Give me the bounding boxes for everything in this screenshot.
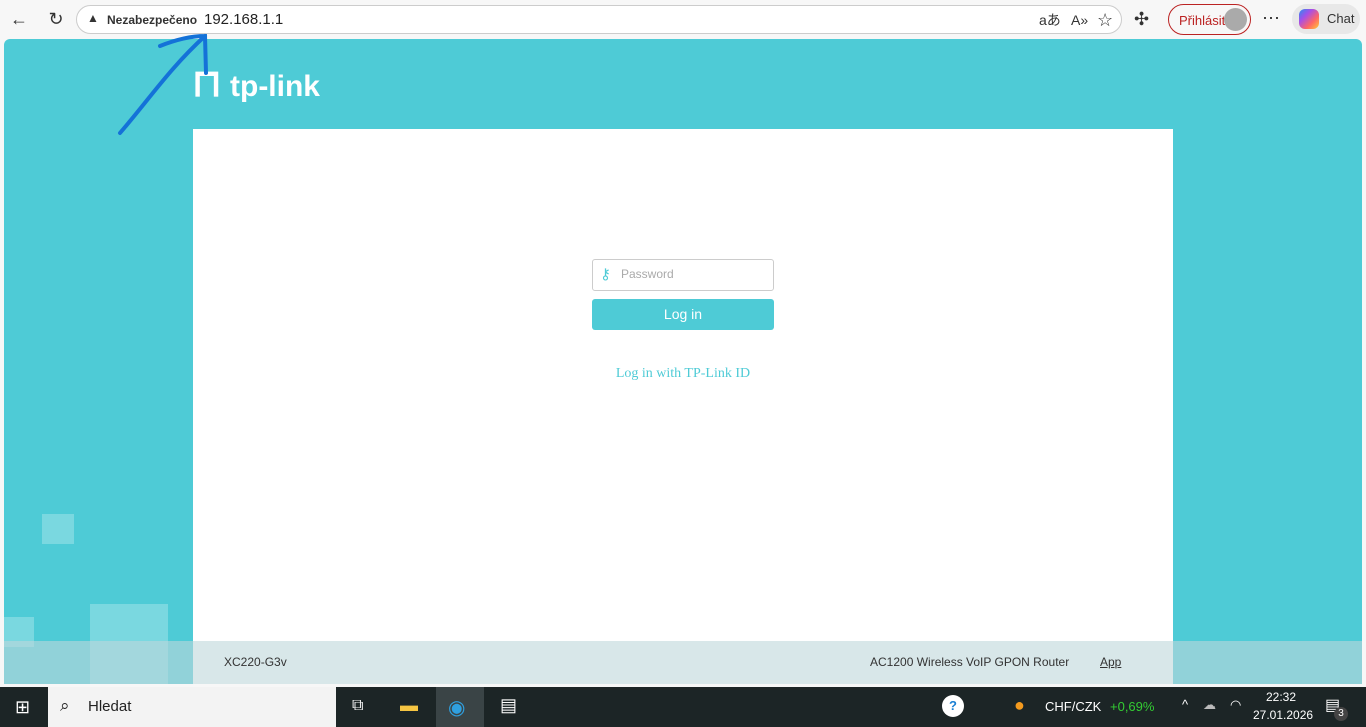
taskbar: ⊞ ⌕ Hledat ⧉ ▬ ◉ ▤ ? ● CHF/CZK +0,69% ^ ☁… — [0, 687, 1366, 727]
clock-time[interactable]: 22:32 — [1266, 690, 1296, 704]
tplink-id-link[interactable]: Log in with TP-Link ID — [193, 366, 1173, 382]
show-hidden-icons-icon[interactable]: ^ — [1182, 697, 1188, 712]
decoration — [42, 514, 74, 544]
device-description: AC1200 Wireless VoIP GPON Router — [870, 655, 1070, 669]
back-icon[interactable]: ← — [8, 9, 30, 29]
notification-count: 3 — [1334, 707, 1348, 721]
wifi-icon[interactable]: ◠ — [1230, 697, 1241, 713]
ticker-change[interactable]: +0,69% — [1110, 699, 1154, 714]
login-button[interactable]: Log in — [592, 299, 774, 330]
file-explorer-icon[interactable]: ▬ — [400, 695, 418, 716]
annotation-arrow — [118, 33, 208, 135]
signin-button[interactable]: Přihlásit — [1168, 4, 1251, 35]
extensions-icon[interactable]: ✣ — [1134, 9, 1149, 29]
copilot-icon — [1299, 9, 1319, 29]
search-label: Hledat — [88, 698, 132, 715]
more-menu-icon[interactable]: ⋯ — [1262, 8, 1280, 28]
copilot-chat-button[interactable]: Chat — [1292, 4, 1360, 34]
model-name: XC220-G3v — [224, 655, 287, 669]
ticker-name[interactable]: CHF/CZK — [1045, 699, 1101, 714]
chat-label: Chat — [1327, 11, 1355, 26]
edge-icon: ◉ — [448, 697, 466, 719]
favorite-star-icon[interactable]: ☆ — [1097, 10, 1113, 30]
page-footer: XC220-G3v AC1200 Wireless VoIP GPON Rout… — [4, 641, 1362, 684]
refresh-icon[interactable]: ↻ — [45, 9, 67, 29]
coins-icon: ● — [1014, 695, 1025, 715]
clock-date[interactable]: 27.01.2026 — [1253, 708, 1313, 722]
onedrive-offline-icon[interactable]: ☁ — [1203, 697, 1216, 713]
help-icon[interactable]: ? — [942, 695, 964, 717]
url-text[interactable]: 192.168.1.1 — [204, 11, 283, 28]
password-field[interactable]: ⚷ — [592, 259, 774, 291]
app-icon[interactable]: ▤ — [500, 695, 517, 716]
warning-icon: ▲ — [87, 11, 99, 25]
search-icon: ⌕ — [60, 696, 70, 715]
password-input[interactable] — [621, 267, 761, 281]
translate-icon[interactable]: aあ — [1039, 10, 1061, 30]
login-card: ⚷ Log in Log in with TP-Link ID — [193, 129, 1173, 684]
address-bar[interactable]: ▲ Nezabezpečeno 192.168.1.1 aあ A» ☆ — [76, 5, 1122, 34]
app-link[interactable]: App — [1100, 655, 1121, 669]
security-label: Nezabezpečeno — [107, 13, 198, 27]
signin-label: Přihlásit — [1179, 13, 1226, 28]
tplink-id-label[interactable]: Log in with TP-Link ID — [616, 366, 750, 381]
windows-start-icon[interactable]: ⊞ — [15, 697, 30, 718]
avatar — [1224, 8, 1247, 31]
task-view-icon[interactable]: ⧉ — [352, 697, 363, 715]
edge-taskbar-button[interactable]: ◉ — [436, 687, 484, 727]
taskbar-search[interactable]: ⌕ Hledat — [48, 687, 336, 727]
read-aloud-icon[interactable]: A» — [1071, 10, 1088, 30]
key-icon: ⚷ — [600, 266, 611, 283]
